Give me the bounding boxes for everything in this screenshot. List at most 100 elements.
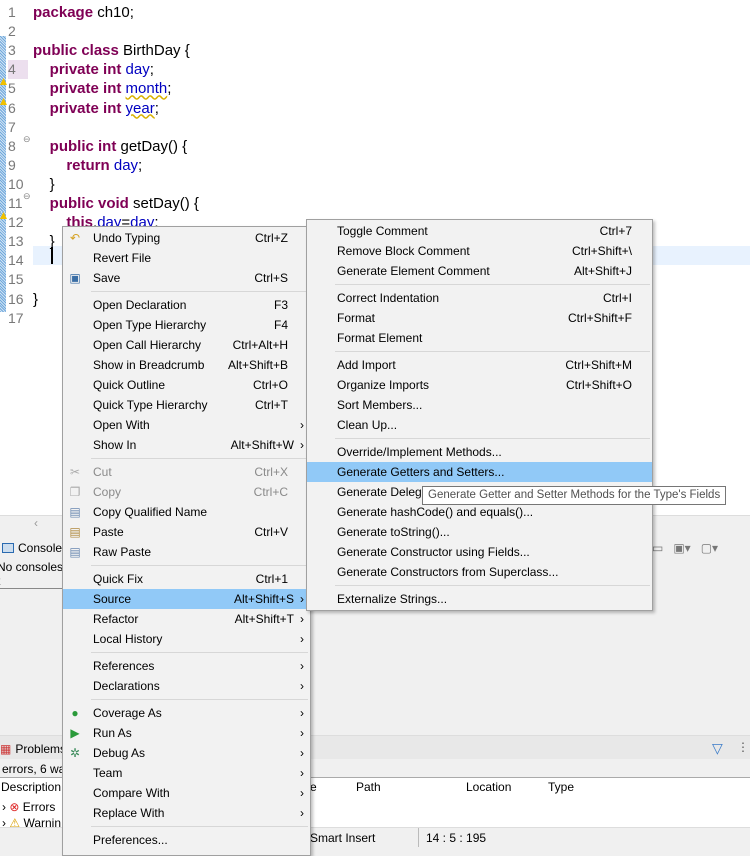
menu-item-label: Quick Type Hierarchy (93, 398, 208, 412)
pin-console-icon[interactable]: ▭ (652, 541, 663, 555)
menu-item-show-in-breadcrumb[interactable]: Show in Breadcrumb Alt+Shift+B (63, 355, 310, 375)
menu-item-shortcut: F4 (273, 318, 288, 332)
tooltip: Generate Getter and Setter Methods for t… (422, 486, 727, 505)
line-number: 6 (8, 99, 16, 116)
menu-item-label: Generate toString()... (337, 525, 450, 539)
menu-item-generate-constructors-from-superclass[interactable]: Generate Constructors from Superclass... (307, 562, 652, 582)
fold-collapse-icon[interactable]: ⊖ (23, 191, 31, 202)
menu-item-shortcut: Ctrl+C (253, 485, 288, 499)
menu-item-label: Declarations (93, 679, 160, 693)
menu-item-local-history[interactable]: Local History › (63, 629, 310, 649)
menu-item-organize-imports[interactable]: Organize Imports Ctrl+Shift+O (307, 375, 652, 395)
menu-item-open-call-hierarchy[interactable]: Open Call Hierarchy Ctrl+Alt+H (63, 335, 310, 355)
code-token: } (33, 175, 55, 193)
column-resource[interactable]: e (310, 780, 317, 794)
menu-item-shortcut: Alt+Shift+J (573, 264, 632, 278)
menu-item-open-with[interactable]: Open With › (63, 415, 310, 435)
code-token: day (113, 156, 139, 174)
menu-item-quick-type-hierarchy[interactable]: Quick Type Hierarchy Ctrl+T (63, 395, 310, 415)
menu-item-clean-up[interactable]: Clean Up... (307, 415, 652, 435)
menu-item-override-implement-methods[interactable]: Override/Implement Methods... (307, 442, 652, 462)
menu-item-references[interactable]: References › (63, 656, 310, 676)
column-path[interactable]: Path (356, 780, 381, 794)
menu-item-label: Replace With (93, 806, 165, 820)
problems-icon: ▦ (0, 742, 12, 756)
menu-item-undo-typing[interactable]: ↶ Undo Typing Ctrl+Z (63, 228, 310, 248)
menu-item-replace-with[interactable]: Replace With › (63, 803, 310, 823)
menu-item-cut[interactable]: ✂ Cut Ctrl+X (63, 462, 310, 482)
line-number: 12 (8, 214, 24, 231)
code-line[interactable]: return day; (33, 156, 142, 175)
problems-summary: errors, 6 wa (2, 762, 66, 776)
copy-icon: ❐ (69, 485, 81, 499)
menu-item-generate-hashcode-and-equals[interactable]: Generate hashCode() and equals()... (307, 502, 652, 522)
code-line[interactable]: } (33, 290, 38, 309)
submenu-arrow-icon: › (300, 786, 304, 800)
menu-item-generate-tostring[interactable]: Generate toString()... (307, 522, 652, 542)
column-type[interactable]: Type (548, 780, 574, 794)
menu-item-save[interactable]: ▣ Save Ctrl+S (63, 268, 310, 288)
view-menu-icon[interactable]: ⋮ (737, 740, 749, 754)
menu-item-debug-as[interactable]: ✲ Debug As › (63, 743, 310, 763)
menu-item-label: Refactor (93, 612, 139, 626)
menu-item-copy-qualified-name[interactable]: ▤ Copy Qualified Name (63, 502, 310, 522)
code-line[interactable]: public void setDay() { (33, 194, 199, 213)
menu-item-label: Source (93, 592, 132, 606)
menu-item-quick-outline[interactable]: Quick Outline Ctrl+O (63, 375, 310, 395)
column-location[interactable]: Location (466, 780, 511, 794)
code-line[interactable]: private int year; (33, 99, 159, 118)
table-row[interactable]: › ⊗ Errors (2, 800, 55, 814)
code-line[interactable]: public class BirthDay { (33, 41, 190, 60)
open-console-icon[interactable]: ▢▾ (701, 541, 718, 555)
menu-item-compare-with[interactable]: Compare With › (63, 783, 310, 803)
menu-item-run-as[interactable]: ▶ Run As › (63, 723, 310, 743)
menu-item-label: Generate Getters and Setters... (337, 465, 505, 479)
menu-item-correct-indentation[interactable]: Correct Indentation Ctrl+I (307, 288, 652, 308)
code-line[interactable]: package ch10; (33, 3, 134, 22)
menu-item-format-element[interactable]: Format Element (307, 328, 652, 348)
menu-item-generate-getters-and-setters[interactable]: Generate Getters and Setters... (307, 462, 652, 482)
menu-item-show-in[interactable]: Show In Alt+Shift+W › (63, 435, 310, 455)
filter-icon[interactable]: ▽ (712, 740, 723, 757)
menu-item-open-declaration[interactable]: Open Declaration F3 (63, 295, 310, 315)
menu-item-format[interactable]: Format Ctrl+Shift+F (307, 308, 652, 328)
column-description[interactable]: Description (1, 780, 61, 794)
menu-item-source[interactable]: Source Alt+Shift+S › (63, 589, 310, 609)
code-line[interactable]: public int getDay() { (33, 137, 188, 156)
code-line[interactable]: private int month; (33, 79, 172, 98)
code-token: ; (149, 61, 154, 79)
tab-console[interactable]: Console (2, 541, 62, 555)
menu-item-shortcut: Ctrl+Shift+O (565, 378, 632, 392)
line-number: 15 (8, 271, 24, 288)
menu-item-toggle-comment[interactable]: Toggle Comment Ctrl+7 (307, 221, 652, 241)
fold-collapse-icon[interactable]: ⊖ (23, 134, 31, 145)
code-line[interactable]: private int day; (33, 60, 154, 79)
line-number: 5 (8, 80, 16, 97)
menu-item-add-import[interactable]: Add Import Ctrl+Shift+M (307, 355, 652, 375)
menu-item-open-type-hierarchy[interactable]: Open Type Hierarchy F4 (63, 315, 310, 335)
code-line[interactable]: } (33, 175, 55, 194)
menu-item-copy[interactable]: ❐ Copy Ctrl+C (63, 482, 310, 502)
menu-item-generate-element-comment[interactable]: Generate Element Comment Alt+Shift+J (307, 261, 652, 281)
tab-problems[interactable]: ▦ Problems (0, 742, 66, 756)
menu-item-revert-file[interactable]: Revert File (63, 248, 310, 268)
submenu-arrow-icon: › (300, 746, 304, 760)
menu-item-preferences[interactable]: Preferences... (63, 830, 310, 850)
scroll-left-icon[interactable]: ‹ (34, 516, 38, 530)
menu-item-externalize-strings[interactable]: Externalize Strings... (307, 589, 652, 609)
menu-item-refactor[interactable]: Refactor Alt+Shift+T › (63, 609, 310, 629)
cut-icon: ✂ (69, 465, 81, 479)
menu-item-label: Coverage As (93, 706, 162, 720)
menu-item-sort-members[interactable]: Sort Members... (307, 395, 652, 415)
code-token: ; (154, 99, 159, 117)
menu-item-remove-block-comment[interactable]: Remove Block Comment Ctrl+Shift+\ (307, 241, 652, 261)
menu-item-team[interactable]: Team › (63, 763, 310, 783)
menu-item-coverage-as[interactable]: ● Coverage As › (63, 703, 310, 723)
menu-item-quick-fix[interactable]: Quick Fix Ctrl+1 (63, 569, 310, 589)
menu-item-label: Open With (93, 418, 150, 432)
display-console-icon[interactable]: ▣▾ (673, 541, 690, 555)
menu-item-generate-constructor-using-fields[interactable]: Generate Constructor using Fields... (307, 542, 652, 562)
menu-item-declarations[interactable]: Declarations › (63, 676, 310, 696)
menu-item-paste[interactable]: ▤ Paste Ctrl+V (63, 522, 310, 542)
menu-item-raw-paste[interactable]: ▤ Raw Paste (63, 542, 310, 562)
